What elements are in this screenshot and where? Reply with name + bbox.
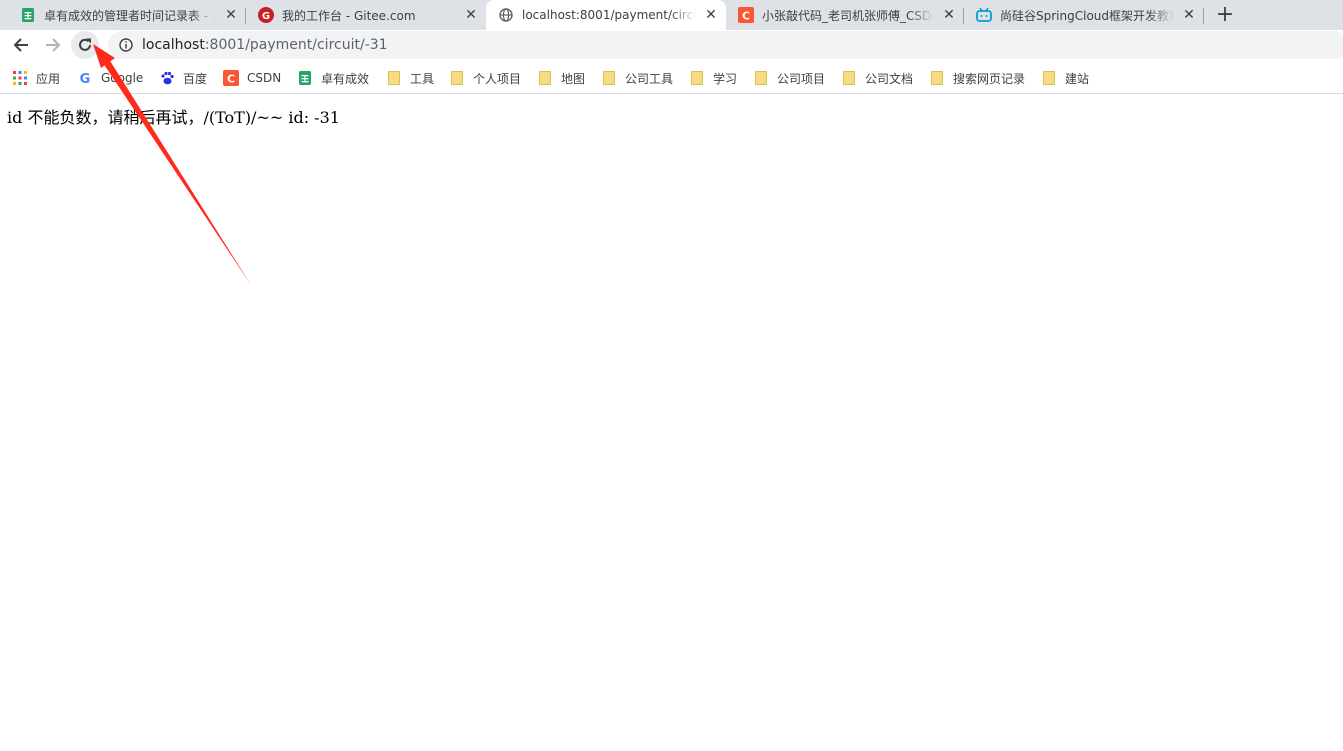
- address-bar[interactable]: localhost:8001/payment/circuit/-31: [108, 31, 1343, 59]
- bookmark-label: 搜索网页记录: [953, 71, 1026, 86]
- back-button[interactable]: [7, 31, 35, 59]
- bookmark-baidu[interactable]: 百度: [159, 68, 207, 88]
- bookmark-apps[interactable]: 应用: [12, 68, 60, 88]
- new-tab-button[interactable]: +: [1212, 2, 1238, 28]
- csdn-icon: C: [738, 7, 754, 23]
- site-info-icon[interactable]: [118, 37, 134, 53]
- tab-sheets[interactable]: 卓有成效的管理者时间记录表 - 金 ✕: [8, 0, 246, 30]
- arrow-left-icon: [13, 38, 28, 52]
- sheets-icon: [20, 7, 36, 23]
- bookmark-folder-personal-projects[interactable]: 个人项目: [449, 68, 521, 88]
- bookmark-label: 学习: [713, 71, 738, 86]
- close-tab-icon[interactable]: ✕: [222, 6, 240, 24]
- url-host: localhost: [142, 37, 205, 53]
- baidu-icon: [159, 70, 175, 86]
- svg-text:C: C: [742, 10, 750, 23]
- globe-icon: [498, 7, 514, 23]
- bookmark-folder-tools[interactable]: 工具: [386, 68, 434, 88]
- tab-separator: [1203, 8, 1204, 24]
- tab-gitee[interactable]: G 我的工作台 - Gitee.com ✕: [246, 0, 486, 30]
- close-tab-icon[interactable]: ✕: [702, 6, 720, 24]
- arrow-right-icon: [46, 38, 61, 52]
- bookmark-label: 公司工具: [625, 71, 674, 86]
- bookmark-folder-company-projects[interactable]: 公司项目: [753, 68, 825, 88]
- tab-title: 尚硅谷SpringCloud框架开发教程: [1000, 8, 1174, 23]
- bookmark-label: 建站: [1065, 71, 1090, 86]
- bookmark-google[interactable]: G Google: [77, 68, 144, 88]
- folder-icon: [689, 70, 705, 86]
- bookmark-label: 公司文档: [865, 71, 914, 86]
- tab-bilibili[interactable]: 尚硅谷SpringCloud框架开发教程 ✕: [964, 0, 1204, 30]
- url-text: localhost:8001/payment/circuit/-31: [142, 37, 388, 53]
- folder-icon: [1041, 70, 1057, 86]
- bookmark-label: 工具: [410, 71, 435, 86]
- close-tab-icon[interactable]: ✕: [462, 6, 480, 24]
- page-message: id 不能负数，请稍后再试，/(ToT)/~~ id: -31: [7, 108, 340, 127]
- tab-title: 小张敲代码_老司机张师傅_CSDN: [762, 8, 934, 23]
- apps-grid-icon: [12, 70, 28, 86]
- close-tab-icon[interactable]: ✕: [940, 6, 958, 24]
- browser-toolbar: localhost:8001/payment/circuit/-31: [0, 30, 1343, 60]
- tab-title: 卓有成效的管理者时间记录表 - 金: [44, 8, 216, 23]
- bookmark-label: 个人项目: [473, 71, 522, 86]
- folder-icon: [929, 70, 945, 86]
- gitee-icon: G: [258, 7, 274, 23]
- bookmark-folder-site-building[interactable]: 建站: [1041, 68, 1089, 88]
- folder-icon: [601, 70, 617, 86]
- bookmark-label: 应用: [36, 71, 61, 86]
- csdn-icon: C: [223, 70, 239, 86]
- bookmark-label: 公司项目: [777, 71, 826, 86]
- bookmark-folder-study[interactable]: 学习: [689, 68, 737, 88]
- svg-text:G: G: [80, 72, 91, 85]
- forward-button[interactable]: [39, 31, 67, 59]
- bookmark-label: CSDN: [247, 71, 282, 85]
- bookmark-label: 卓有成效: [321, 71, 370, 86]
- bookmark-folder-company-tools[interactable]: 公司工具: [601, 68, 673, 88]
- folder-icon: [386, 70, 402, 86]
- reload-icon: [79, 38, 91, 51]
- svg-text:G: G: [262, 11, 270, 22]
- bookmark-label: Google: [101, 71, 144, 85]
- bilibili-icon: [976, 7, 992, 23]
- bookmarks-bar: 应用 G Google 百度 C CSDN 卓有成效 工具 个人项目 地图 公司…: [0, 62, 1343, 94]
- bookmark-label: 百度: [183, 71, 208, 86]
- url-path: :8001/payment/circuit/-31: [204, 37, 388, 53]
- reload-button[interactable]: [71, 31, 99, 59]
- bookmark-folder-maps[interactable]: 地图: [537, 68, 585, 88]
- svg-text:C: C: [227, 73, 235, 86]
- bookmark-csdn[interactable]: C CSDN: [223, 68, 281, 88]
- folder-icon: [753, 70, 769, 86]
- tab-csdn[interactable]: C 小张敲代码_老司机张师傅_CSDN ✕: [726, 0, 964, 30]
- close-tab-icon[interactable]: ✕: [1180, 6, 1198, 24]
- folder-icon: [537, 70, 553, 86]
- tab-title: localhost:8001/payment/circuit/-31: [522, 8, 696, 22]
- google-icon: G: [77, 70, 93, 86]
- bookmark-zhuoyouchengxiao[interactable]: 卓有成效: [297, 68, 369, 88]
- bookmark-label: 地图: [561, 71, 586, 86]
- folder-icon: [841, 70, 857, 86]
- bookmark-folder-search-history[interactable]: 搜索网页记录: [929, 68, 1025, 88]
- tab-strip: 卓有成效的管理者时间记录表 - 金 ✕ G 我的工作台 - Gitee.com …: [0, 0, 1343, 30]
- bookmark-folder-company-docs[interactable]: 公司文档: [841, 68, 913, 88]
- folder-icon: [449, 70, 465, 86]
- tab-localhost-active[interactable]: localhost:8001/payment/circuit/-31 ✕: [486, 0, 726, 30]
- tab-title: 我的工作台 - Gitee.com: [282, 8, 416, 23]
- sheets-icon: [297, 70, 313, 86]
